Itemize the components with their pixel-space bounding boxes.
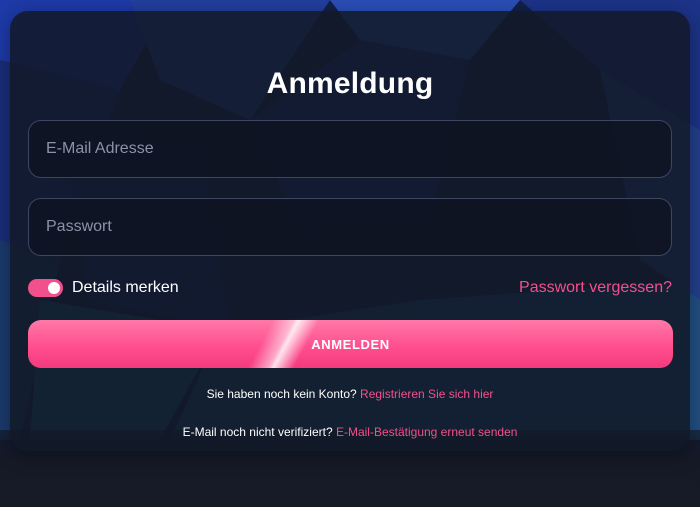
login-card: Anmeldung Details merken Passwort verges… [10,11,690,451]
remember-toggle[interactable] [28,279,63,297]
verify-line: E-Mail noch nicht verifiziert? E-Mail-Be… [10,424,690,440]
password-input[interactable] [29,199,671,255]
page-title: Anmeldung [266,67,434,100]
register-link[interactable]: Registrieren Sie sich hier [360,387,493,401]
password-field[interactable] [28,198,672,256]
login-button[interactable]: ANMELDEN [28,320,673,368]
toggle-knob [48,282,60,294]
email-field[interactable] [28,120,672,178]
register-line: Sie haben noch kein Konto? Registrieren … [10,386,690,402]
resend-verification-link[interactable]: E-Mail-Bestätigung erneut senden [336,425,517,439]
login-button-label: ANMELDEN [311,336,390,352]
email-input[interactable] [29,121,671,177]
remember-label[interactable]: Details merken [72,277,179,299]
forgot-password-link[interactable]: Passwort vergessen? [519,277,672,299]
register-prompt: Sie haben noch kein Konto? [206,387,361,401]
verify-prompt: E-Mail noch nicht verifiziert? [182,425,336,439]
